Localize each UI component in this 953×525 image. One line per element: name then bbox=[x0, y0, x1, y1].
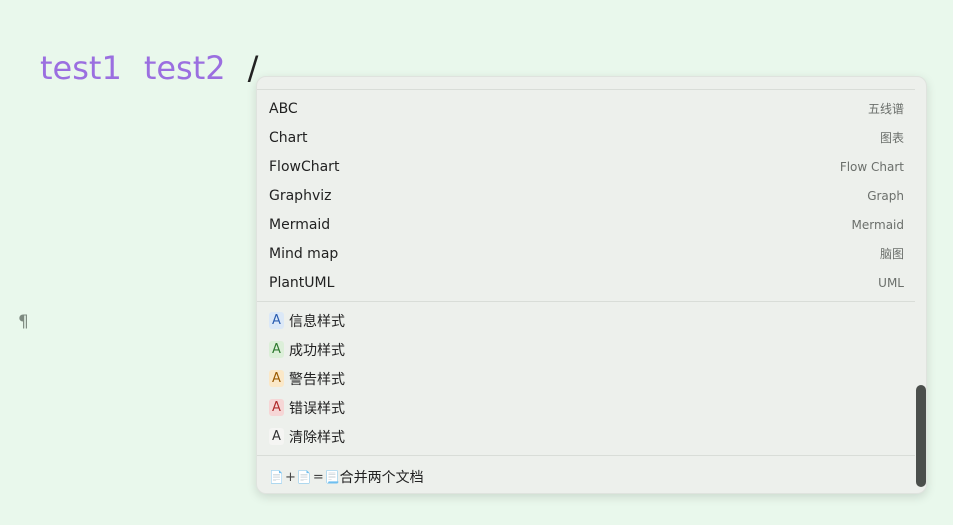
menu-item-label: 警告样式 bbox=[289, 371, 345, 388]
style-group: A 信息样式 A 成功样式 A 警告样式 A 错误样式 A 清除样式 bbox=[257, 302, 926, 455]
menu-item-label: 成功样式 bbox=[289, 342, 345, 359]
menu-item-clear-style[interactable]: A 清除样式 bbox=[257, 422, 926, 451]
document-icon: 📄 bbox=[296, 470, 312, 484]
success-style-icon: A bbox=[269, 341, 284, 358]
menu-item-mermaid[interactable]: Mermaid Mermaid bbox=[257, 210, 926, 239]
menu-item-label: FlowChart bbox=[269, 158, 340, 175]
menu-item-warning-style[interactable]: A 警告样式 bbox=[257, 364, 926, 393]
menu-item-mind-map[interactable]: Mind map 脑图 bbox=[257, 239, 926, 268]
clear-style-icon: A bbox=[269, 428, 284, 445]
paragraph-mark-icon[interactable]: ¶ bbox=[18, 312, 29, 332]
menu-item-hint: UML bbox=[878, 275, 904, 290]
menu-item-hint: Flow Chart bbox=[839, 159, 904, 174]
menu-item-error-style[interactable]: A 错误样式 bbox=[257, 393, 926, 422]
menu-item-label: Chart bbox=[269, 129, 308, 146]
menu-item-flowchart[interactable]: FlowChart Flow Chart bbox=[257, 152, 926, 181]
diagram-group: ABC 五线谱 Chart 图表 FlowChart Flow Chart Gr… bbox=[257, 90, 926, 301]
editor-line[interactable]: test1 test2/ bbox=[40, 47, 258, 89]
menu-item-hint: 五线谱 bbox=[867, 102, 904, 116]
warning-style-icon: A bbox=[269, 370, 284, 387]
menu-item-hint: Mermaid bbox=[851, 217, 904, 232]
menu-item-label: 合并两个文档 bbox=[339, 470, 424, 486]
menu-item-label: 清除样式 bbox=[289, 429, 345, 446]
info-style-icon: A bbox=[269, 312, 284, 329]
menu-item-info-style[interactable]: A 信息样式 bbox=[257, 306, 926, 335]
menu-item-plantuml[interactable]: PlantUML UML bbox=[257, 268, 926, 297]
menu-item-label: ABC bbox=[269, 100, 298, 117]
menu-item-label: PlantUML bbox=[269, 274, 335, 291]
menu-item-hint: 图表 bbox=[879, 131, 904, 145]
plus-icon: + bbox=[284, 469, 296, 485]
menu-item-label: 错误样式 bbox=[289, 400, 345, 417]
menu-item-label: 信息样式 bbox=[289, 313, 345, 330]
slash-command-menu: ABC 五线谱 Chart 图表 FlowChart Flow Chart Gr… bbox=[256, 76, 927, 494]
menu-item-success-style[interactable]: A 成功样式 bbox=[257, 335, 926, 364]
menu-item-label: Graphviz bbox=[269, 187, 332, 204]
menu-scrollbar[interactable] bbox=[916, 385, 926, 487]
menu-item-label: Mermaid bbox=[269, 216, 331, 233]
menu-item-chart[interactable]: Chart 图表 bbox=[257, 123, 926, 152]
tag-test1[interactable]: test1 bbox=[40, 49, 122, 87]
document-icon: 📄 bbox=[269, 470, 284, 484]
menu-item-hint: 脑图 bbox=[879, 247, 904, 261]
equals-icon: = bbox=[312, 469, 324, 485]
menu-item-hint: Graph bbox=[867, 188, 904, 203]
error-style-icon: A bbox=[269, 399, 284, 416]
menu-item-label: Mind map bbox=[269, 245, 339, 262]
menu-item-graphviz[interactable]: Graphviz Graph bbox=[257, 181, 926, 210]
menu-item-abc[interactable]: ABC 五线谱 bbox=[257, 94, 926, 123]
merged-document-icon: 📃 bbox=[324, 470, 340, 484]
menu-item-merge-documents[interactable]: 📄 + 📄 = 📃 合并两个文档 bbox=[257, 456, 926, 493]
tag-test2[interactable]: test2 bbox=[144, 49, 226, 87]
